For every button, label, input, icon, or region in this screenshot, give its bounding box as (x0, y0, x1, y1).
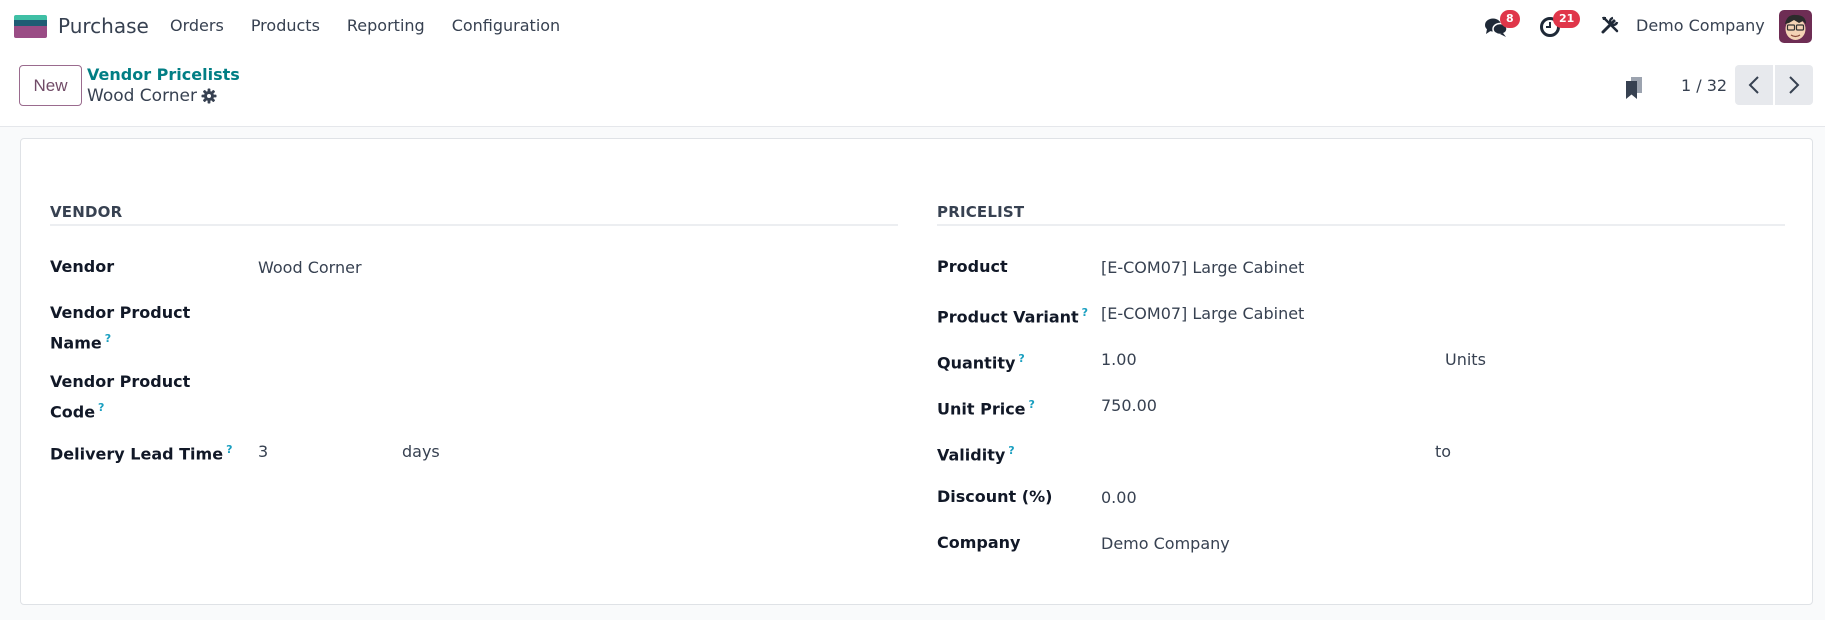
unit-price-field[interactable]: 750.00 (1101, 393, 1157, 419)
gear-icon[interactable] (201, 88, 217, 104)
top-navbar: Purchase Orders Products Reporting Confi… (0, 0, 1825, 52)
vendor-section-title: VENDOR (50, 203, 123, 221)
pricelist-section-divider (937, 224, 1785, 226)
validity-separator: to (1435, 442, 1452, 461)
vendor-section-divider (50, 224, 898, 226)
chevron-right-icon (1789, 76, 1800, 94)
help-icon[interactable]: ? (98, 401, 104, 414)
vendor-field[interactable]: Wood Corner (258, 255, 362, 281)
avatar-face-icon (1785, 14, 1806, 40)
product-label: Product (937, 257, 1008, 276)
app-name[interactable]: Purchase (58, 14, 149, 38)
help-icon[interactable]: ? (1082, 306, 1088, 319)
product-field[interactable]: [E-COM07] Large Cabinet (1101, 255, 1304, 281)
help-icon[interactable]: ? (105, 332, 111, 345)
company-switcher[interactable]: Demo Company (1636, 16, 1765, 35)
delivery-lead-time-unit: days (402, 442, 440, 461)
quantity-label: Quantity? (937, 352, 1025, 373)
unit-price-label: Unit Price? (937, 398, 1035, 419)
control-panel: New Vendor Pricelists Wood Corner 1 / 32 (0, 52, 1825, 127)
debug-tools-button[interactable] (1600, 15, 1620, 39)
company-field[interactable]: Demo Company (1101, 531, 1230, 557)
vendor-product-code-label: Vendor Product Code? (50, 372, 191, 422)
chevron-left-icon (1748, 76, 1759, 94)
quantity-field[interactable]: 1.00 (1101, 347, 1137, 373)
quantity-uom-field[interactable]: Units (1445, 347, 1486, 373)
company-label: Company (937, 533, 1021, 552)
delivery-lead-time-field[interactable]: 3 (258, 439, 268, 465)
help-icon[interactable]: ? (1018, 352, 1024, 365)
help-icon[interactable]: ? (1008, 444, 1014, 457)
menu-configuration[interactable]: Configuration (452, 16, 561, 35)
bookmark-icon[interactable] (1625, 77, 1643, 99)
pager-next-button[interactable] (1775, 65, 1813, 105)
messages-badge: 8 (1500, 10, 1520, 28)
discount-field[interactable]: 0.00 (1101, 485, 1137, 511)
pager-previous-button[interactable] (1735, 65, 1773, 105)
discount-label: Discount (%) (937, 487, 1053, 506)
help-icon[interactable]: ? (226, 443, 232, 456)
activities-badge: 21 (1553, 10, 1581, 28)
pricelist-section-title: PRICELIST (937, 203, 1025, 221)
vendor-product-name-field[interactable] (258, 301, 458, 327)
validity-end-date-field[interactable] (1471, 439, 1771, 465)
record-title: Wood Corner (87, 86, 197, 106)
pager-value[interactable]: 1 / 32 (1681, 76, 1727, 95)
validity-start-date-field[interactable] (1101, 439, 1421, 465)
main-menu: Orders Products Reporting Configuration (170, 16, 587, 35)
purchase-app-icon[interactable] (14, 15, 47, 38)
vendor-label: Vendor (50, 257, 115, 276)
new-button[interactable]: New (19, 65, 82, 106)
vendor-product-name-label: Vendor Product Name? (50, 303, 191, 353)
product-variant-label: Product Variant? (937, 306, 1089, 327)
menu-orders[interactable]: Orders (170, 16, 224, 35)
vendor-product-code-field[interactable] (258, 370, 458, 396)
breadcrumb-vendor-pricelists[interactable]: Vendor Pricelists (87, 65, 240, 84)
menu-products[interactable]: Products (251, 16, 320, 35)
user-avatar[interactable] (1779, 10, 1812, 43)
product-variant-field[interactable]: [E-COM07] Large Cabinet (1101, 301, 1304, 327)
form-sheet: VENDOR Vendor Wood Corner Vendor Product… (20, 138, 1813, 605)
menu-reporting[interactable]: Reporting (347, 16, 425, 35)
validity-label: Validity? (937, 444, 1015, 465)
tools-icon (1601, 16, 1619, 34)
delivery-lead-time-label: Delivery Lead Time? (50, 443, 233, 464)
help-icon[interactable]: ? (1029, 398, 1035, 411)
